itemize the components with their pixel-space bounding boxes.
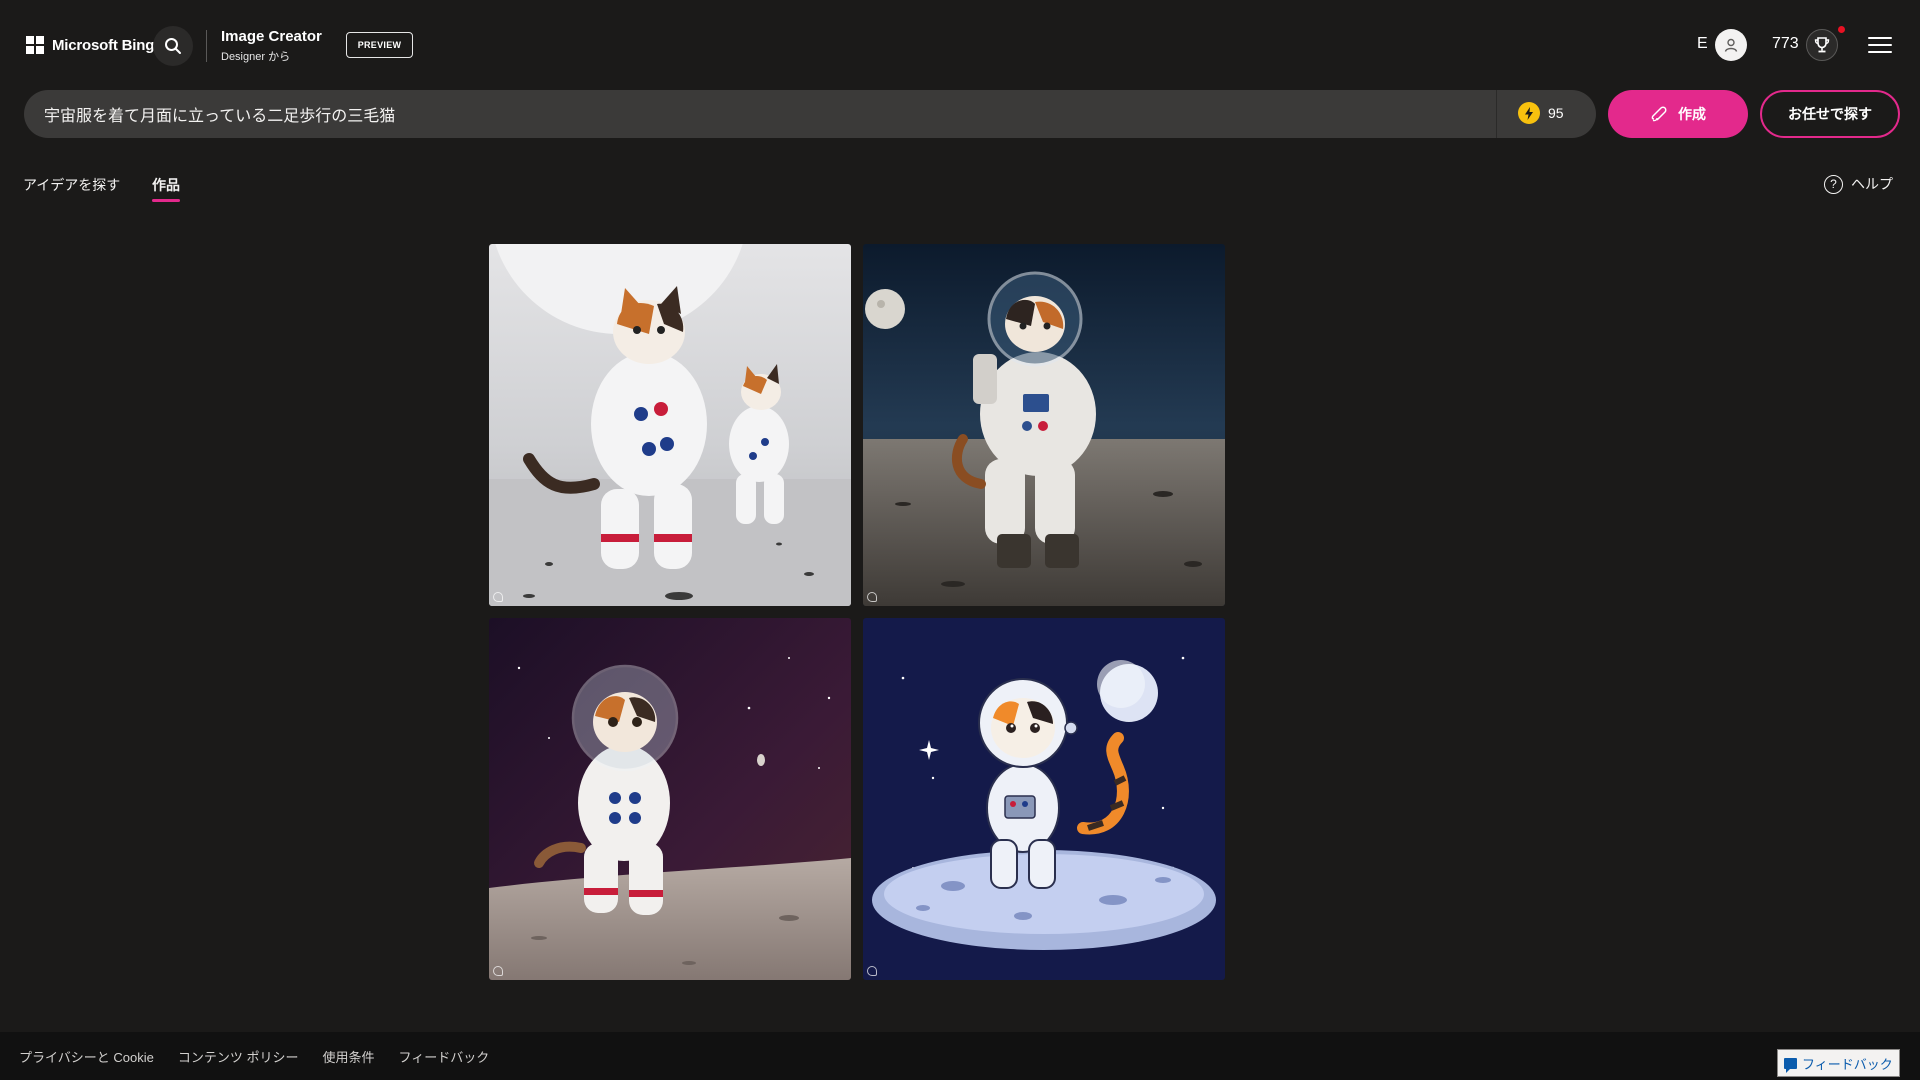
generated-image-3[interactable] [489, 618, 851, 980]
footer-links: プライバシーと Cookie コンテンツ ポリシー 使用条件 フィードバック [19, 1047, 489, 1066]
generated-image-4[interactable] [863, 618, 1225, 980]
prompt-input[interactable] [44, 90, 1504, 138]
user-icon [1724, 38, 1738, 52]
calico-astronaut-cat-helmet-space-icon [489, 618, 851, 980]
help-link[interactable]: ? ヘルプ [1824, 174, 1893, 194]
user-initial[interactable]: E [1697, 35, 1708, 53]
generated-image-1[interactable] [489, 244, 851, 606]
top-header: Microsoft Bing Image Creator Designer から… [0, 0, 1920, 90]
help-label: ヘルプ [1851, 176, 1893, 192]
app-subtitle: Designer から [221, 51, 291, 63]
surprise-me-button[interactable]: お任せで探す [1760, 90, 1900, 138]
menu-line [1868, 51, 1892, 53]
footer: プライバシーと Cookie コンテンツ ポリシー 使用条件 フィードバック フ… [0, 1032, 1920, 1080]
lightning-icon [1525, 106, 1533, 120]
prompt-bar: 95 [24, 90, 1596, 138]
avatar[interactable] [1715, 29, 1747, 61]
search-button[interactable] [153, 26, 193, 66]
microsoft-logo-icon [26, 36, 44, 54]
footer-link-privacy[interactable]: プライバシーと Cookie [19, 1047, 154, 1066]
chat-bubble-icon [1784, 1057, 1797, 1073]
tab-explore-ideas[interactable]: アイデアを探す [23, 175, 120, 195]
app-title: Image Creator [221, 28, 322, 45]
boost-count[interactable]: 95 [1518, 102, 1564, 124]
calico-astronaut-cats-white-bg-icon [489, 244, 851, 606]
create-button[interactable]: 作成 [1608, 90, 1748, 138]
create-label: 作成 [1678, 106, 1706, 122]
watermark-icon [867, 966, 877, 976]
watermark-icon [493, 966, 503, 976]
brand-name: Microsoft Bing [52, 36, 155, 54]
footer-link-terms[interactable]: 使用条件 [322, 1047, 374, 1066]
help-icon: ? [1824, 174, 1843, 194]
search-icon [165, 38, 181, 54]
boost-coin-icon [1518, 102, 1540, 124]
boost-count-value: 95 [1548, 105, 1564, 121]
preview-badge: PREVIEW [346, 32, 413, 58]
notification-dot [1838, 26, 1845, 33]
rewards-button[interactable] [1806, 29, 1838, 61]
menu-line [1868, 44, 1892, 46]
footer-link-feedback[interactable]: フィードバック [398, 1047, 489, 1066]
prompt-divider [1496, 90, 1497, 138]
tab-creations[interactable]: 作品 [152, 175, 180, 195]
app-title-link[interactable]: Image Creator Designer から [221, 28, 322, 64]
brush-icon [1651, 106, 1667, 122]
watermark-icon [493, 592, 503, 602]
feedback-button[interactable]: フィードバック [1777, 1049, 1900, 1077]
hamburger-menu-button[interactable] [1868, 33, 1892, 57]
active-tab-indicator [152, 199, 180, 202]
feedback-button-label: フィードバック [1802, 1056, 1893, 1072]
menu-line [1868, 37, 1892, 39]
cartoon-calico-astronaut-cat-icon [863, 618, 1225, 980]
generated-image-2[interactable] [863, 244, 1225, 606]
footer-link-content-policy[interactable]: コンテンツ ポリシー [178, 1047, 299, 1066]
bing-home-link[interactable]: Microsoft Bing [26, 36, 154, 54]
calico-astronaut-cat-moon-surface-icon [863, 244, 1225, 606]
watermark-icon [867, 592, 877, 602]
header-divider [206, 30, 207, 62]
trophy-icon [1814, 37, 1830, 53]
rewards-points[interactable]: 773 [1772, 35, 1799, 53]
